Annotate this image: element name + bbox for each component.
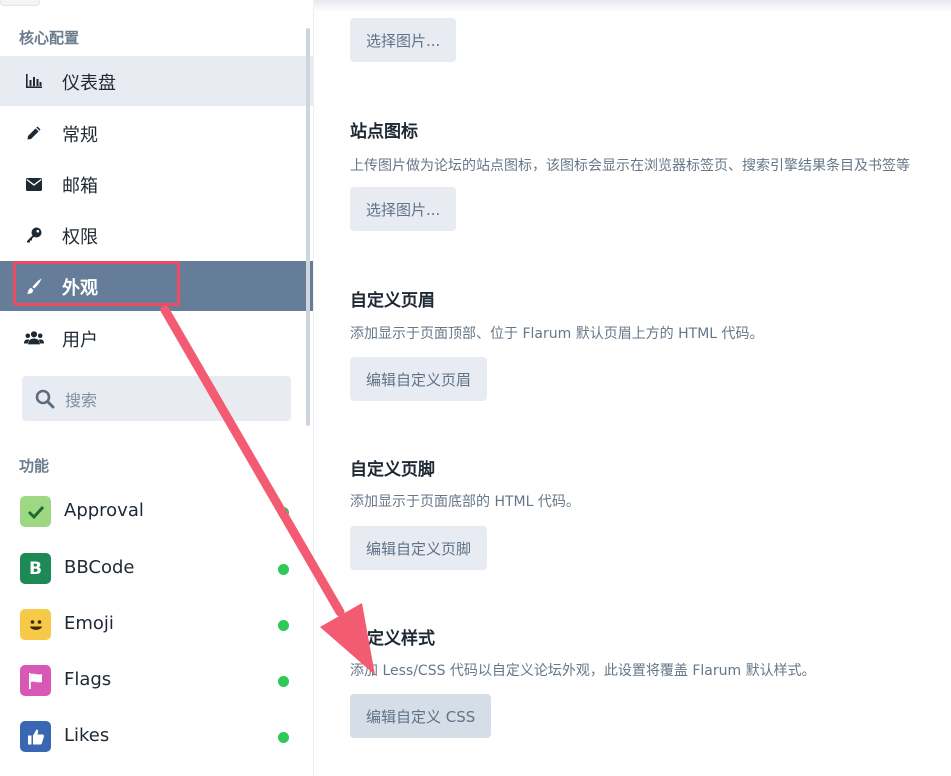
custom-styles-description: 添加 Less/CSS 代码以自定义论坛外观，此设置将覆盖 Flarum 默认样… [350,663,816,679]
favicon-title: 站点图标 [350,122,418,142]
thumbs-up-icon [20,721,51,752]
status-dot [278,676,289,687]
extension-flags[interactable]: Flags [0,655,313,707]
extension-emoji[interactable]: Emoji [0,599,313,651]
key-icon [24,225,44,245]
search-placeholder: 搜索 [65,390,98,410]
custom-header-description: 添加显示于页面顶部、位于 Flarum 默认页眉上方的 HTML 代码。 [350,326,764,342]
search-icon [35,389,55,408]
nav-item-users[interactable]: 用户 [0,313,313,363]
flag-icon [20,665,51,696]
extension-bbcode[interactable]: B BBCode [0,543,313,595]
extension-label: Flags [64,669,112,690]
core-section-title: 核心配置 [19,29,80,47]
annotation-highlight-box [13,261,180,306]
sidebar-scrollbar[interactable] [306,28,310,426]
nav-item-permissions[interactable]: 权限 [0,210,313,260]
extension-approval[interactable]: Approval [0,486,313,538]
sidebar-top-stub [0,0,40,6]
search-field[interactable]: 搜索 [22,376,291,421]
edit-custom-css-button[interactable]: 编辑自定义 CSS [350,694,492,738]
favicon-description: 上传图片做为论坛的站点图标，该图标会显示在浏览器标签页、搜索引擎结果条目及书签等 [350,158,910,174]
nav-item-dashboard[interactable]: 仪表盘 [0,56,313,106]
panel-divider [313,0,314,776]
nav-label: 仪表盘 [62,73,116,94]
nav-label: 权限 [62,227,98,248]
custom-header-title: 自定义页眉 [350,291,435,311]
nav-label: 用户 [62,330,98,351]
custom-styles-title: 自定义样式 [350,629,435,649]
envelope-icon [24,174,44,194]
nav-label: 邮箱 [62,176,98,197]
status-dot [278,732,289,743]
extension-label: Approval [64,500,144,521]
extension-label: Emoji [64,613,114,634]
admin-sidebar: 核心配置 仪表盘 常规 邮箱 权限 外观 用户 搜索 功能 Approval B… [0,0,313,776]
bbcode-icon: B [20,553,51,584]
extension-likes[interactable]: Likes [0,711,313,763]
smiley-icon [20,609,51,640]
custom-footer-title: 自定义页脚 [350,460,435,480]
status-dot [278,507,289,518]
favicon-select-image-button[interactable]: 选择图片... [350,187,457,231]
checkmark-icon [20,496,51,527]
edit-custom-footer-button[interactable]: 编辑自定义页脚 [350,526,488,570]
edit-custom-header-button[interactable]: 编辑自定义页眉 [350,357,488,401]
chart-icon [24,71,44,91]
pencil-icon [24,123,44,143]
status-dot [278,620,289,631]
extension-label: Likes [64,725,110,746]
custom-footer-description: 添加显示于页面底部的 HTML 代码。 [350,494,580,510]
status-dot [278,564,289,575]
extension-label: BBCode [64,557,135,578]
logo-select-image-button[interactable]: 选择图片... [350,18,457,62]
nav-item-general[interactable]: 常规 [0,108,313,158]
nav-item-mail[interactable]: 邮箱 [0,159,313,209]
features-section-title: 功能 [19,457,50,475]
users-icon [24,328,44,348]
header-shadow [313,0,951,12]
nav-label: 常规 [62,125,98,146]
